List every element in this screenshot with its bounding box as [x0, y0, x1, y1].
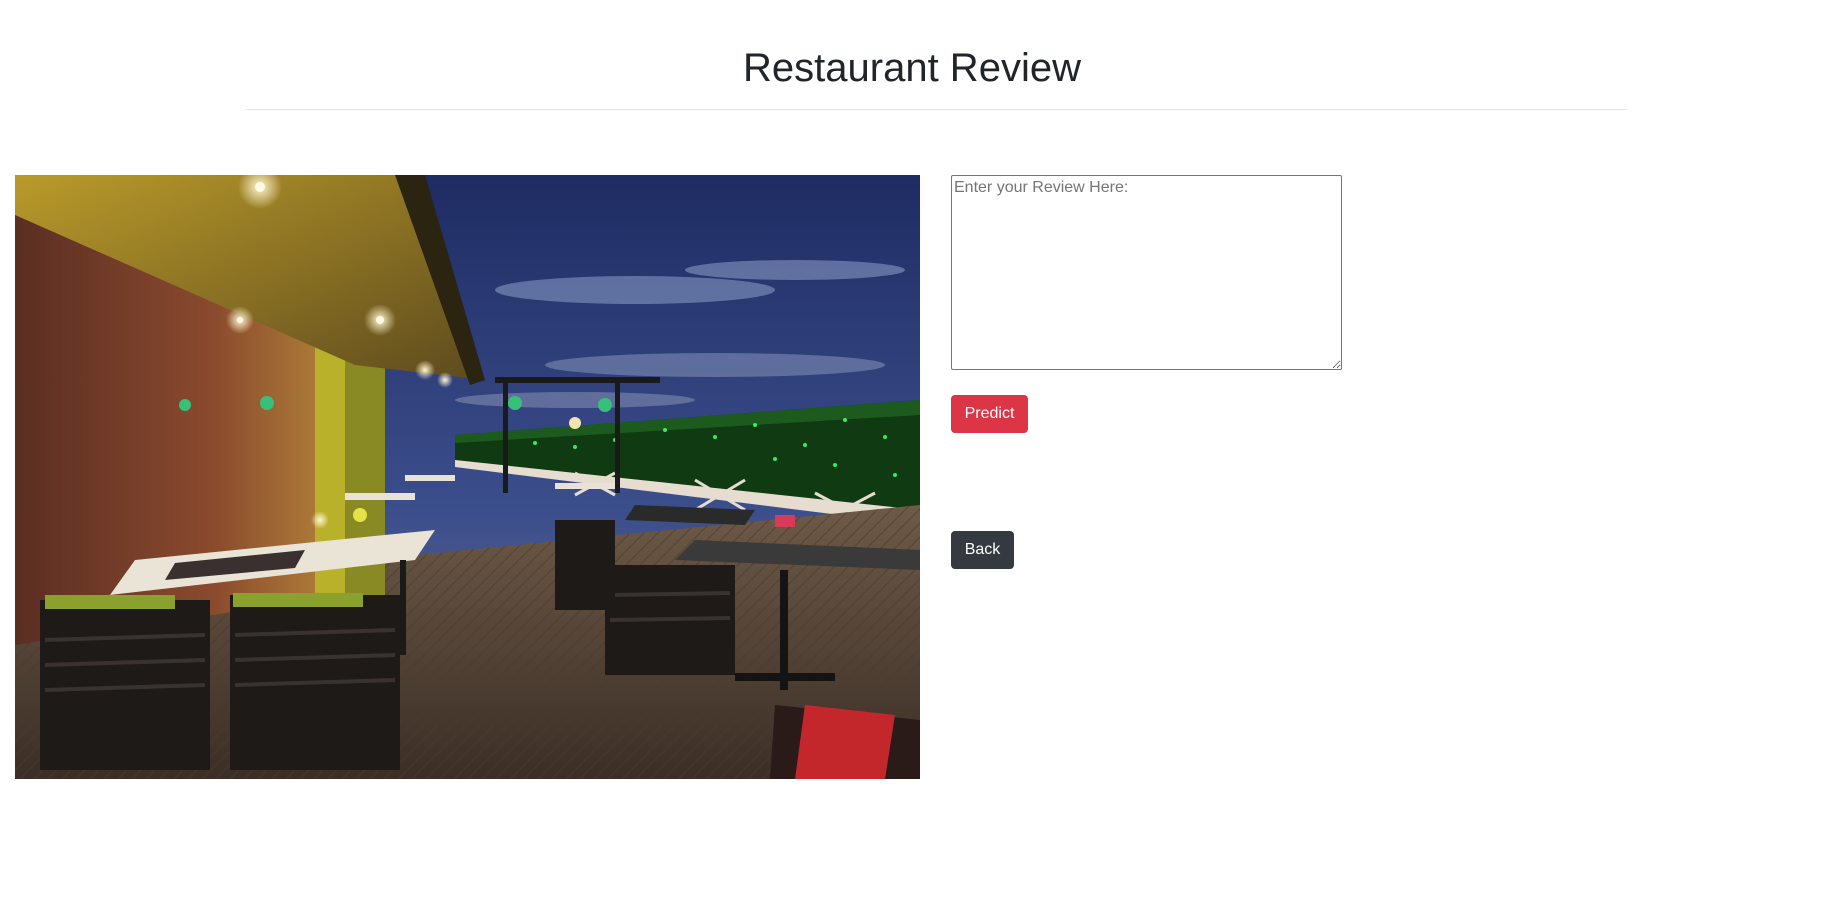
- review-textarea[interactable]: [951, 175, 1342, 370]
- page: Restaurant Review Enter your Review Here…: [0, 0, 1824, 913]
- back-button[interactable]: Back: [951, 531, 1014, 569]
- page-title: Restaurant Review: [743, 46, 1081, 90]
- restaurant-photo: [15, 175, 920, 779]
- predict-button[interactable]: Predict: [951, 395, 1028, 433]
- title-divider: [246, 109, 1627, 110]
